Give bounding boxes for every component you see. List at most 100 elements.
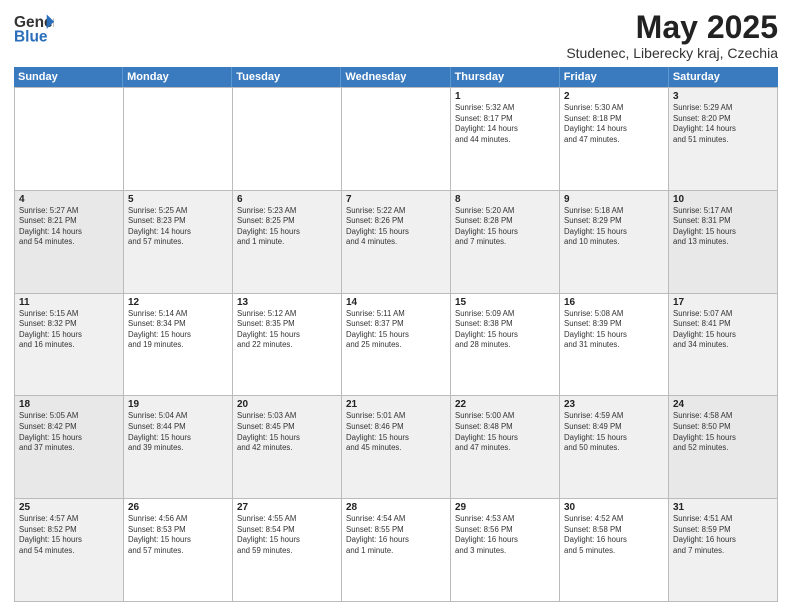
calendar-cell: 1Sunrise: 5:32 AM Sunset: 8:17 PM Daylig…: [451, 88, 560, 191]
day-number: 24: [673, 399, 773, 410]
calendar-cell: 14Sunrise: 5:11 AM Sunset: 8:37 PM Dayli…: [342, 294, 451, 397]
day-info: Sunrise: 5:14 AM Sunset: 8:34 PM Dayligh…: [128, 309, 228, 351]
calendar-week-1: 1Sunrise: 5:32 AM Sunset: 8:17 PM Daylig…: [15, 88, 778, 191]
day-number: 26: [128, 502, 228, 513]
day-info: Sunrise: 5:08 AM Sunset: 8:39 PM Dayligh…: [564, 309, 664, 351]
day-of-week-monday: Monday: [123, 67, 232, 87]
day-info: Sunrise: 4:55 AM Sunset: 8:54 PM Dayligh…: [237, 514, 337, 556]
calendar-cell: 31Sunrise: 4:51 AM Sunset: 8:59 PM Dayli…: [669, 499, 778, 602]
day-info: Sunrise: 5:01 AM Sunset: 8:46 PM Dayligh…: [346, 411, 446, 453]
day-info: Sunrise: 5:32 AM Sunset: 8:17 PM Dayligh…: [455, 103, 555, 145]
calendar-cell: 16Sunrise: 5:08 AM Sunset: 8:39 PM Dayli…: [560, 294, 669, 397]
day-info: Sunrise: 5:05 AM Sunset: 8:42 PM Dayligh…: [19, 411, 119, 453]
day-number: 30: [564, 502, 664, 513]
calendar-cell: 3Sunrise: 5:29 AM Sunset: 8:20 PM Daylig…: [669, 88, 778, 191]
day-info: Sunrise: 5:18 AM Sunset: 8:29 PM Dayligh…: [564, 206, 664, 248]
calendar-cell: 19Sunrise: 5:04 AM Sunset: 8:44 PM Dayli…: [124, 396, 233, 499]
day-info: Sunrise: 5:25 AM Sunset: 8:23 PM Dayligh…: [128, 206, 228, 248]
day-info: Sunrise: 5:04 AM Sunset: 8:44 PM Dayligh…: [128, 411, 228, 453]
calendar-cell: 27Sunrise: 4:55 AM Sunset: 8:54 PM Dayli…: [233, 499, 342, 602]
day-of-week-sunday: Sunday: [14, 67, 123, 87]
day-number: 28: [346, 502, 446, 513]
day-info: Sunrise: 4:59 AM Sunset: 8:49 PM Dayligh…: [564, 411, 664, 453]
day-info: Sunrise: 5:03 AM Sunset: 8:45 PM Dayligh…: [237, 411, 337, 453]
calendar: SundayMondayTuesdayWednesdayThursdayFrid…: [14, 67, 778, 602]
day-number: 16: [564, 297, 664, 308]
day-of-week-friday: Friday: [560, 67, 669, 87]
calendar-cell: 2Sunrise: 5:30 AM Sunset: 8:18 PM Daylig…: [560, 88, 669, 191]
day-number: 13: [237, 297, 337, 308]
day-info: Sunrise: 5:29 AM Sunset: 8:20 PM Dayligh…: [673, 103, 773, 145]
day-number: 9: [564, 194, 664, 205]
day-of-week-saturday: Saturday: [669, 67, 778, 87]
day-number: 2: [564, 91, 664, 102]
day-info: Sunrise: 5:00 AM Sunset: 8:48 PM Dayligh…: [455, 411, 555, 453]
day-number: 25: [19, 502, 119, 513]
day-info: Sunrise: 4:53 AM Sunset: 8:56 PM Dayligh…: [455, 514, 555, 556]
day-of-week-wednesday: Wednesday: [341, 67, 450, 87]
calendar-cell: 17Sunrise: 5:07 AM Sunset: 8:41 PM Dayli…: [669, 294, 778, 397]
day-number: 10: [673, 194, 773, 205]
logo: General Blue: [14, 10, 56, 46]
calendar-cell: 9Sunrise: 5:18 AM Sunset: 8:29 PM Daylig…: [560, 191, 669, 294]
day-number: 29: [455, 502, 555, 513]
day-number: 18: [19, 399, 119, 410]
day-info: Sunrise: 5:27 AM Sunset: 8:21 PM Dayligh…: [19, 206, 119, 248]
calendar-cell: 8Sunrise: 5:20 AM Sunset: 8:28 PM Daylig…: [451, 191, 560, 294]
calendar-cell: [342, 88, 451, 191]
day-number: 7: [346, 194, 446, 205]
calendar-cell: 13Sunrise: 5:12 AM Sunset: 8:35 PM Dayli…: [233, 294, 342, 397]
day-info: Sunrise: 4:56 AM Sunset: 8:53 PM Dayligh…: [128, 514, 228, 556]
day-number: 3: [673, 91, 773, 102]
calendar-cell: 21Sunrise: 5:01 AM Sunset: 8:46 PM Dayli…: [342, 396, 451, 499]
calendar-cell: 20Sunrise: 5:03 AM Sunset: 8:45 PM Dayli…: [233, 396, 342, 499]
day-number: 4: [19, 194, 119, 205]
day-of-week-thursday: Thursday: [451, 67, 560, 87]
calendar-cell: 5Sunrise: 5:25 AM Sunset: 8:23 PM Daylig…: [124, 191, 233, 294]
day-number: 11: [19, 297, 119, 308]
day-info: Sunrise: 5:11 AM Sunset: 8:37 PM Dayligh…: [346, 309, 446, 351]
calendar-cell: 24Sunrise: 4:58 AM Sunset: 8:50 PM Dayli…: [669, 396, 778, 499]
calendar-week-4: 18Sunrise: 5:05 AM Sunset: 8:42 PM Dayli…: [15, 396, 778, 499]
calendar-subtitle: Studenec, Liberecky kraj, Czechia: [566, 45, 778, 61]
calendar-title: May 2025: [566, 10, 778, 45]
day-number: 1: [455, 91, 555, 102]
calendar-cell: 23Sunrise: 4:59 AM Sunset: 8:49 PM Dayli…: [560, 396, 669, 499]
title-block: May 2025 Studenec, Liberecky kraj, Czech…: [566, 10, 778, 61]
header: General Blue May 2025 Studenec, Libereck…: [14, 10, 778, 61]
day-info: Sunrise: 5:07 AM Sunset: 8:41 PM Dayligh…: [673, 309, 773, 351]
day-number: 8: [455, 194, 555, 205]
calendar-cell: 26Sunrise: 4:56 AM Sunset: 8:53 PM Dayli…: [124, 499, 233, 602]
calendar-cell: [124, 88, 233, 191]
day-number: 14: [346, 297, 446, 308]
day-info: Sunrise: 5:20 AM Sunset: 8:28 PM Dayligh…: [455, 206, 555, 248]
calendar-cell: 18Sunrise: 5:05 AM Sunset: 8:42 PM Dayli…: [15, 396, 124, 499]
calendar-week-2: 4Sunrise: 5:27 AM Sunset: 8:21 PM Daylig…: [15, 191, 778, 294]
day-number: 23: [564, 399, 664, 410]
calendar-cell: 7Sunrise: 5:22 AM Sunset: 8:26 PM Daylig…: [342, 191, 451, 294]
day-number: 12: [128, 297, 228, 308]
day-info: Sunrise: 5:23 AM Sunset: 8:25 PM Dayligh…: [237, 206, 337, 248]
day-info: Sunrise: 4:58 AM Sunset: 8:50 PM Dayligh…: [673, 411, 773, 453]
calendar-cell: 12Sunrise: 5:14 AM Sunset: 8:34 PM Dayli…: [124, 294, 233, 397]
day-info: Sunrise: 5:30 AM Sunset: 8:18 PM Dayligh…: [564, 103, 664, 145]
day-number: 19: [128, 399, 228, 410]
calendar-cell: 15Sunrise: 5:09 AM Sunset: 8:38 PM Dayli…: [451, 294, 560, 397]
day-number: 15: [455, 297, 555, 308]
calendar-cell: 6Sunrise: 5:23 AM Sunset: 8:25 PM Daylig…: [233, 191, 342, 294]
calendar-cell: 25Sunrise: 4:57 AM Sunset: 8:52 PM Dayli…: [15, 499, 124, 602]
calendar-header: SundayMondayTuesdayWednesdayThursdayFrid…: [14, 67, 778, 87]
day-info: Sunrise: 5:22 AM Sunset: 8:26 PM Dayligh…: [346, 206, 446, 248]
calendar-cell: 28Sunrise: 4:54 AM Sunset: 8:55 PM Dayli…: [342, 499, 451, 602]
day-number: 6: [237, 194, 337, 205]
day-number: 17: [673, 297, 773, 308]
calendar-cell: 11Sunrise: 5:15 AM Sunset: 8:32 PM Dayli…: [15, 294, 124, 397]
day-info: Sunrise: 4:52 AM Sunset: 8:58 PM Dayligh…: [564, 514, 664, 556]
page: General Blue May 2025 Studenec, Libereck…: [0, 0, 792, 612]
day-of-week-tuesday: Tuesday: [232, 67, 341, 87]
day-number: 31: [673, 502, 773, 513]
calendar-cell: 30Sunrise: 4:52 AM Sunset: 8:58 PM Dayli…: [560, 499, 669, 602]
day-info: Sunrise: 4:57 AM Sunset: 8:52 PM Dayligh…: [19, 514, 119, 556]
day-info: Sunrise: 5:15 AM Sunset: 8:32 PM Dayligh…: [19, 309, 119, 351]
calendar-cell: 29Sunrise: 4:53 AM Sunset: 8:56 PM Dayli…: [451, 499, 560, 602]
